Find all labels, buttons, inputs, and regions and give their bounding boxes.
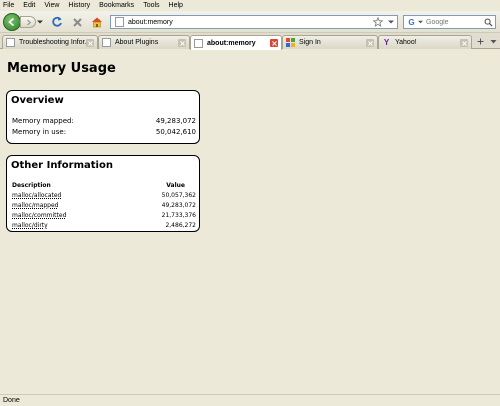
page-icon (102, 38, 111, 47)
chevron-down-icon[interactable] (418, 19, 423, 25)
close-icon (367, 40, 373, 46)
tab-label: Troubleshooting Infor... (19, 39, 91, 46)
tab-about-memory[interactable]: about:memory (190, 35, 282, 50)
close-icon (179, 40, 185, 46)
other-information-heading: Other Information (11, 160, 113, 171)
forward-button[interactable] (20, 16, 36, 28)
menu-bookmarks[interactable]: Bookmarks (99, 2, 134, 9)
menu-bar: File Edit View History Bookmarks Tools H… (0, 0, 500, 11)
overview-label: Memory mapped: (12, 117, 74, 125)
column-header-value: Value (166, 182, 185, 189)
row-description[interactable]: malloc/mapped (12, 202, 59, 209)
row-value: 49,283,072 (161, 202, 196, 209)
search-icon[interactable] (484, 18, 493, 27)
menu-file[interactable]: File (3, 2, 14, 9)
overview-panel: Overview Memory mapped: 49,283,072 Memor… (6, 90, 200, 144)
close-tab-button[interactable] (270, 39, 278, 47)
address-bar[interactable]: about:memory (110, 15, 398, 29)
column-header-description: Description (12, 182, 51, 189)
menu-help[interactable]: Help (169, 2, 183, 9)
navigation-toolbar: about:memory G (0, 11, 500, 33)
overview-row: Memory in use: 50,042,610 (12, 128, 196, 136)
tab-label: About Plugins (115, 39, 159, 46)
close-tab-button[interactable] (86, 39, 94, 47)
overview-row: Memory mapped: 49,283,072 (12, 117, 196, 125)
tab-about-plugins[interactable]: About Plugins (98, 35, 190, 49)
home-icon (92, 17, 102, 28)
chevron-down-icon[interactable] (388, 19, 394, 25)
new-tab-button[interactable] (476, 37, 485, 46)
search-input[interactable] (426, 18, 486, 26)
page-content: Memory Usage Overview Memory mapped: 49,… (0, 50, 500, 394)
home-button[interactable] (90, 15, 104, 29)
address-text[interactable]: about:memory (128, 19, 173, 26)
tab-yahoo[interactable]: Y Yahoo! (378, 35, 472, 49)
status-bar: Done (0, 394, 500, 406)
table-row: malloc/mapped 49,283,072 (12, 202, 196, 209)
close-icon (461, 40, 467, 46)
tab-label: about:memory (207, 39, 256, 47)
chevron-down-icon (490, 40, 497, 44)
tab-label: Yahoo! (395, 39, 417, 46)
history-dropdown-button[interactable] (37, 18, 43, 26)
table-row: malloc/allocated 50,057,362 (12, 192, 196, 199)
overview-value: 49,283,072 (155, 117, 196, 125)
google-icon[interactable]: G (406, 17, 417, 27)
close-icon (87, 40, 93, 46)
page-icon (115, 17, 124, 27)
chevron-down-icon (37, 20, 43, 24)
close-icon (271, 40, 277, 46)
forward-arrow-icon (26, 19, 31, 25)
table-row: malloc/committed 21,733,376 (12, 212, 196, 219)
close-tab-button[interactable] (178, 39, 186, 47)
reload-button[interactable] (50, 15, 64, 29)
star-icon[interactable] (373, 17, 383, 27)
msn-icon (286, 38, 295, 47)
overview-heading: Overview (11, 95, 64, 106)
tab-troubleshooting[interactable]: Troubleshooting Infor... (2, 35, 98, 49)
status-text: Done (3, 397, 20, 404)
menu-edit[interactable]: Edit (23, 2, 35, 9)
menu-view[interactable]: View (44, 2, 59, 9)
search-bar[interactable]: G (403, 15, 496, 29)
row-value: 50,057,362 (161, 192, 196, 199)
row-description[interactable]: malloc/dirty (12, 222, 48, 229)
close-tab-button[interactable] (366, 39, 374, 47)
row-value: 2,486,272 (165, 222, 196, 229)
yahoo-icon: Y (383, 38, 390, 47)
page-title: Memory Usage (7, 61, 116, 76)
table-header: Description Value (12, 182, 196, 189)
other-information-panel: Other Information Description Value mall… (6, 155, 200, 232)
stop-icon (72, 17, 82, 27)
overview-label: Memory in use: (12, 128, 67, 136)
menu-tools[interactable]: Tools (143, 2, 159, 9)
back-arrow-icon (8, 17, 15, 27)
row-value: 21,733,376 (161, 212, 196, 219)
close-tab-button[interactable] (460, 39, 468, 47)
row-description[interactable]: malloc/allocated (12, 192, 61, 199)
table-row: malloc/dirty 2,486,272 (12, 222, 196, 229)
row-description[interactable]: malloc/committed (12, 212, 66, 219)
tab-label: Sign In (299, 39, 321, 46)
plus-icon (477, 38, 484, 45)
back-button[interactable] (3, 13, 21, 31)
overview-value: 50,042,610 (155, 128, 196, 136)
page-icon (194, 38, 203, 48)
stop-button[interactable] (70, 15, 84, 29)
list-all-tabs-button[interactable] (489, 37, 498, 46)
tab-sign-in[interactable]: Sign In (282, 35, 378, 49)
tab-strip: Troubleshooting Infor... About Plugins a… (0, 33, 500, 50)
page-icon (6, 38, 15, 47)
menu-history[interactable]: History (68, 2, 90, 9)
reload-icon (52, 16, 62, 27)
